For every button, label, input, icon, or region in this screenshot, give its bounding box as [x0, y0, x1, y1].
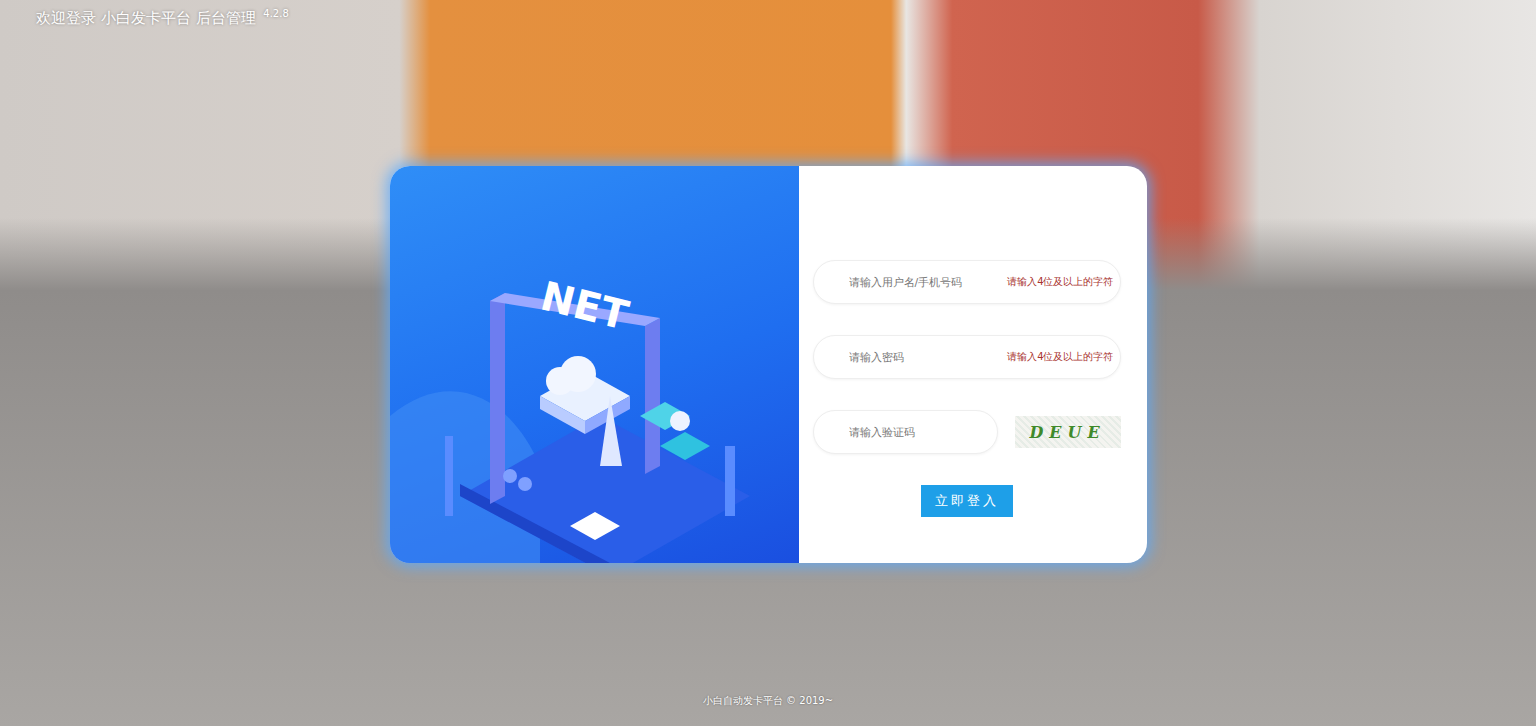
login-form: 请输入4位及以上的字符 请输入4位及以上的字符 DEUE 立即登入 [799, 166, 1147, 563]
captcha-image[interactable]: DEUE [1015, 416, 1121, 448]
password-input[interactable] [847, 350, 1008, 365]
password-field[interactable]: 请输入4位及以上的字符 [813, 335, 1121, 379]
login-button[interactable]: 立即登入 [921, 485, 1013, 517]
login-page: 欢迎登录 小白发卡平台 后台管理 4.2.8 NET 请输入4位及以上的字符 请… [0, 0, 1536, 726]
field-hint: 请输入4位及以上的字符 [1007, 350, 1113, 364]
header-title: 欢迎登录 小白发卡平台 后台管理 [36, 9, 256, 27]
captcha-row: DEUE [813, 410, 1121, 454]
captcha-field[interactable] [813, 410, 998, 454]
page-footer: 小白自动发卡平台 © 2019~ [0, 694, 1536, 708]
network-illustration-icon: NET [390, 166, 799, 563]
username-input[interactable] [847, 275, 1008, 290]
field-hint: 请输入4位及以上的字符 [1007, 275, 1113, 289]
login-card: NET 请输入4位及以上的字符 请输入4位及以上的字符 DEUE 立即登入 [390, 166, 1147, 563]
version-label: 4.2.8 [263, 8, 288, 19]
username-field[interactable]: 请输入4位及以上的字符 [813, 260, 1121, 304]
svg-text:NET: NET [536, 273, 633, 339]
illustration-panel: NET [390, 166, 799, 563]
page-header: 欢迎登录 小白发卡平台 后台管理 4.2.8 [36, 8, 289, 28]
captcha-input[interactable] [847, 425, 991, 440]
